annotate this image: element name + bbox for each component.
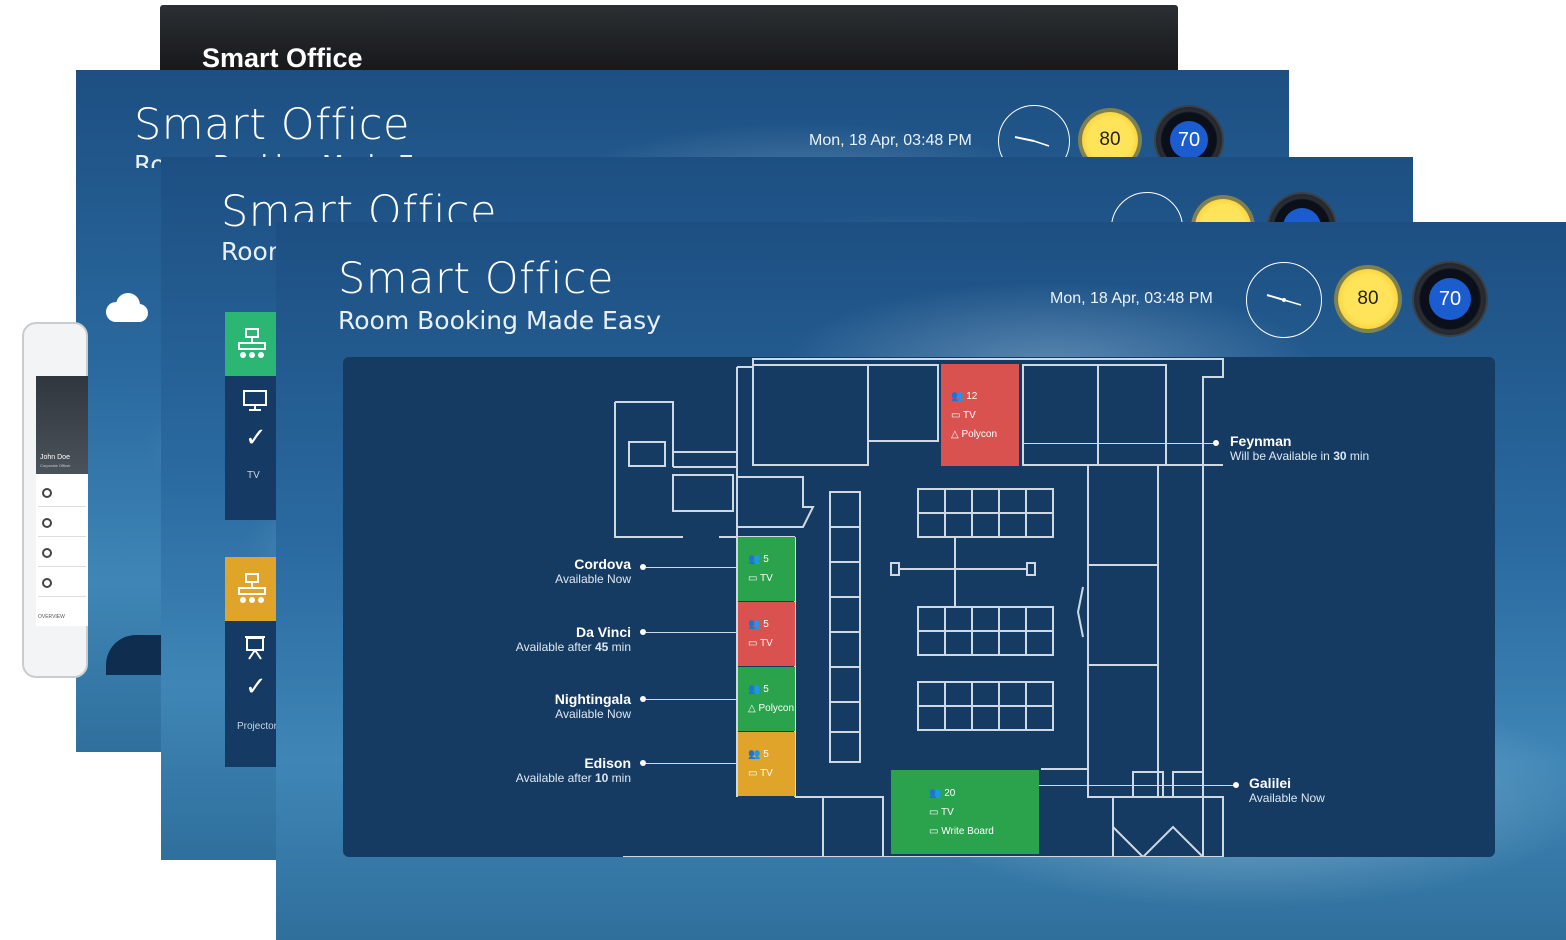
room-feynman[interactable]: 👥 12 ▭ TV △ Polycon	[941, 364, 1019, 466]
conference-phone-icon: △	[951, 428, 962, 440]
back-panel-title: Smart Office	[134, 100, 410, 150]
outdoor-temp: 80	[1357, 288, 1379, 309]
people-icon: 👥	[951, 390, 967, 402]
callout-dot	[1233, 782, 1239, 788]
room-cordova[interactable]: 👥 5 ▭ TV	[738, 537, 795, 601]
sun-icon: 80	[1338, 269, 1398, 329]
card-body: ✓ Projector	[225, 621, 279, 767]
check-icon: ✓	[245, 671, 267, 701]
whiteboard-icon: ▭	[929, 825, 942, 837]
callout-line	[646, 567, 738, 568]
room-name: Galilei	[1249, 775, 1292, 791]
callout-line	[1039, 785, 1233, 786]
phone-mockup: John Doe Corporate Officer OVERVIEW	[22, 322, 88, 678]
room-feature: ▭ Write Board	[929, 825, 994, 837]
indoor-temp: 70	[1438, 287, 1462, 310]
cloud-icon	[100, 292, 152, 324]
monitor-icon	[243, 390, 267, 417]
room-label-davinci[interactable]: Da Vinci Available after 45 min	[483, 624, 631, 654]
room-name: Nightingala	[554, 691, 631, 707]
room-capacity: 👥 5	[748, 684, 769, 695]
card-body: ✓ TV	[225, 376, 279, 520]
room-feature: ▭ TV	[748, 768, 773, 779]
room-feature: ▭ TV	[748, 573, 773, 584]
room-capacity: 👥 12	[951, 390, 978, 402]
callout-line	[646, 763, 738, 764]
list-item[interactable]	[38, 540, 86, 567]
room-edison[interactable]: 👥 5 ▭ TV	[738, 732, 795, 796]
room-capacity: 👥 5	[748, 749, 769, 760]
thermostat-icon[interactable]: 70	[1414, 263, 1486, 335]
room-feature: ▭ TV	[951, 409, 976, 421]
room-status: Available Now	[555, 707, 631, 721]
clock-icon	[1246, 262, 1322, 338]
room-status: Available after 10 min	[515, 771, 631, 785]
monitor-icon: ▭	[748, 768, 761, 779]
room-feature: ▭ TV	[929, 806, 954, 818]
screen-panel-front: Smart Office Room Booking Made Easy Mon,…	[276, 222, 1566, 940]
room-label-edison[interactable]: Edison Available after 10 min	[483, 755, 631, 785]
callout-line	[646, 699, 738, 700]
conference-phone-icon: △	[748, 703, 759, 714]
room-status: Will be Available in 30 min	[1230, 449, 1370, 463]
people-icon: 👥	[748, 749, 764, 760]
room-capacity: 👥 5	[748, 619, 769, 630]
floor-plan: 👥 12 ▭ TV △ Polycon 👥 5 ▭ TV 👥 5 ▭ TV 👥 …	[343, 357, 1495, 857]
list-item[interactable]	[38, 510, 86, 537]
page-title: Smart Office	[338, 254, 614, 304]
phone-screen: John Doe Corporate Officer OVERVIEW	[36, 376, 88, 626]
projector-screen-icon	[243, 635, 267, 666]
list-item[interactable]	[38, 480, 86, 507]
datetime: Mon, 18 Apr, 03:48 PM	[1050, 290, 1213, 307]
callout-line	[1023, 443, 1213, 444]
feature-label: Projector	[237, 721, 278, 732]
room-name: Edison	[584, 755, 631, 771]
room-name: Cordova	[574, 556, 631, 572]
phone-profile-role: Corporate Officer	[40, 463, 71, 468]
list-item[interactable]	[38, 570, 86, 597]
phone-profile-hero: John Doe Corporate Officer	[36, 376, 88, 474]
room-label-cordova[interactable]: Cordova Available Now	[493, 556, 631, 586]
people-icon: 👥	[748, 554, 764, 565]
room-feature: △ Polycon	[951, 428, 998, 440]
people-icon: 👥	[929, 787, 945, 799]
room-galilei[interactable]: 👥 20 ▭ TV ▭ Write Board	[891, 770, 1039, 854]
monitor-icon: ▭	[748, 573, 761, 584]
conference-table-icon	[225, 312, 279, 376]
room-card-projector[interactable]: ✓ Projector	[225, 557, 279, 767]
back-panel-datetime: Mon, 18 Apr, 03:48 PM	[809, 132, 972, 149]
room-name: Feynman	[1230, 433, 1292, 449]
indoor-temp: 70	[1177, 128, 1201, 151]
conference-table-icon	[225, 557, 279, 621]
room-label-nightingala[interactable]: Nightingala Available Now	[493, 691, 631, 721]
decorative-arc	[106, 635, 166, 675]
room-capacity: 👥 5	[748, 554, 769, 565]
phone-nav-overview[interactable]: OVERVIEW	[38, 614, 65, 620]
room-nightingala[interactable]: 👥 5 △ Polycon	[738, 667, 795, 731]
callout-line	[646, 632, 738, 633]
room-status: Available Now	[555, 572, 631, 586]
room-status: Available after 45 min	[515, 640, 631, 654]
room-card-tv[interactable]: ✓ TV	[225, 312, 279, 520]
room-status: Available Now	[1249, 791, 1325, 805]
room-label-feynman[interactable]: Feynman Will be Available in 30 min	[1230, 433, 1369, 463]
people-icon: 👥	[748, 684, 764, 695]
room-feature: ▭ TV	[748, 638, 773, 649]
room-feature: △ Polycon	[748, 703, 795, 714]
room-capacity: 👥 20	[929, 787, 956, 799]
monitor-icon: ▭	[748, 638, 761, 649]
callout-dot	[1213, 440, 1219, 446]
room-label-galilei[interactable]: Galilei Available Now	[1249, 775, 1325, 805]
feature-label: TV	[247, 470, 260, 481]
outdoor-temp: 80	[1099, 129, 1121, 150]
room-name: Da Vinci	[576, 624, 631, 640]
page-subtitle: Room Booking Made Easy	[338, 306, 661, 335]
check-icon: ✓	[245, 422, 267, 452]
room-davinci[interactable]: 👥 5 ▭ TV	[738, 602, 795, 666]
phone-profile-name: John Doe	[40, 454, 70, 461]
monitor-icon: ▭	[929, 806, 942, 818]
monitor-icon: ▭	[951, 409, 964, 421]
people-icon: 👥	[748, 619, 764, 630]
